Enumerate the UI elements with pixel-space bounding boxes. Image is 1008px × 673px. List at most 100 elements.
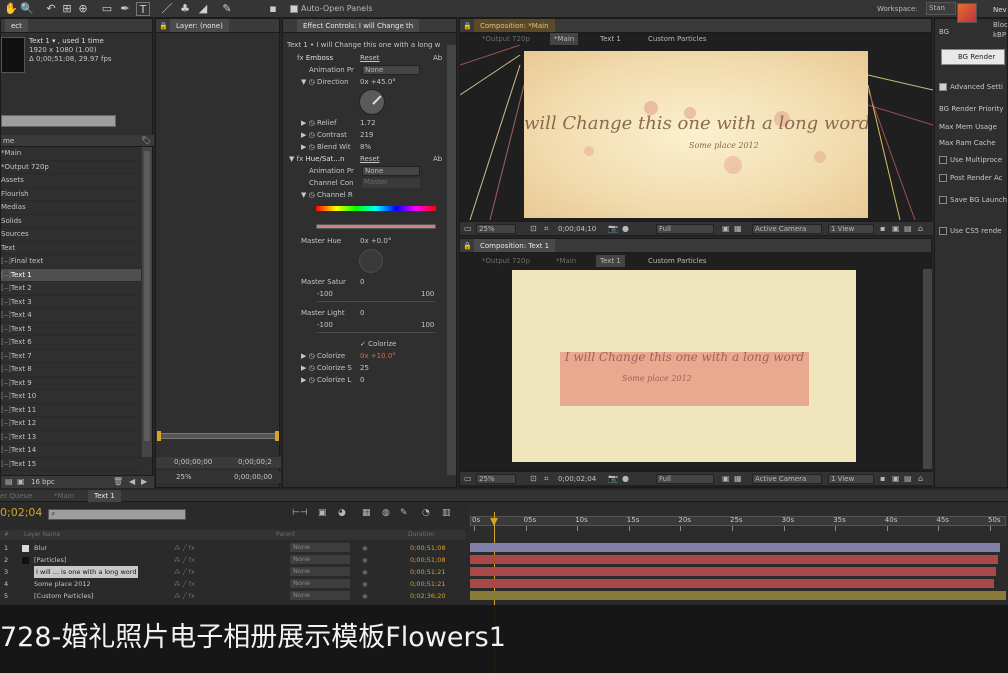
tab-render-queue[interactable]: er Queue: [0, 492, 32, 500]
emboss-blend-value[interactable]: 8%: [360, 143, 371, 151]
project-item[interactable]: [‒]Text 12: [1, 417, 141, 431]
emboss-preset-select[interactable]: None: [362, 65, 420, 75]
layer-parent-select[interactable]: None: [290, 591, 350, 600]
layer-duration[interactable]: 0;02;36;20: [410, 590, 446, 602]
transparency-grid-icon[interactable]: ▦: [734, 474, 742, 483]
project-item[interactable]: Sources: [1, 228, 141, 242]
graph-editor-icon[interactable]: ◔: [422, 508, 430, 518]
post-render-checkbox[interactable]: [939, 174, 947, 182]
project-item[interactable]: [‒]Text 8: [1, 363, 141, 377]
layer-timecode-out[interactable]: 0;00;00;2: [238, 458, 272, 466]
project-item[interactable]: *Output 720p: [1, 161, 141, 174]
breadcrumb-text1[interactable]: Text 1: [600, 33, 621, 45]
puppet-pin-icon[interactable]: ▪: [266, 2, 280, 16]
hue-sat-reset-link[interactable]: Reset: [360, 155, 380, 163]
layer-duration[interactable]: 0;00;51;21: [410, 566, 446, 578]
checkmark-icon[interactable]: ✓: [360, 340, 366, 348]
fast-preview-icon[interactable]: ▣: [892, 474, 900, 483]
lock-icon[interactable]: 🔒: [463, 239, 472, 253]
trash-icon[interactable]: 🗑: [113, 477, 123, 486]
stopwatch-icon[interactable]: ▶ ◷: [301, 119, 315, 127]
pan-behind-icon[interactable]: ⊕: [76, 2, 90, 16]
project-item[interactable]: Flourish: [1, 188, 141, 201]
tab-timeline-main[interactable]: *Main: [54, 492, 74, 500]
save-bg-launch-checkbox[interactable]: [939, 196, 947, 204]
toggle-pixel-icon[interactable]: ▪: [880, 474, 885, 483]
project-item[interactable]: [‒]Text 3: [1, 296, 141, 309]
timeline-layer-row[interactable]: 1 Blur ⁂ ╱ fx None ◉ 0;00;51;08: [0, 542, 466, 554]
timeline-icon[interactable]: ▤: [904, 474, 912, 483]
project-item[interactable]: [‒]Text 6: [1, 336, 141, 350]
column-duration-header[interactable]: Duration: [408, 531, 434, 538]
fast-preview-icon[interactable]: ▣: [892, 224, 900, 233]
draft-3d-icon[interactable]: ▣: [318, 508, 327, 518]
camera-tool-icon[interactable]: ⊞: [60, 2, 74, 16]
emboss-about-link[interactable]: Ab: [433, 54, 442, 62]
always-preview-icon[interactable]: ▭: [464, 474, 472, 483]
comp-text1-zoom-select[interactable]: 25%: [476, 474, 516, 484]
fx-icon[interactable]: ▼ fx: [289, 155, 303, 163]
comp-text1-timecode[interactable]: 0;00;02;04: [558, 475, 596, 483]
stopwatch-icon[interactable]: ▶ ◷: [301, 143, 315, 151]
roi-icon[interactable]: ▣: [722, 224, 730, 233]
comp-main-camera-select[interactable]: Active Camera: [752, 224, 822, 234]
layer-name[interactable]: [Particles]: [34, 554, 66, 566]
shy-layers-icon[interactable]: ◕: [338, 508, 346, 518]
lock-icon[interactable]: 🔒: [463, 19, 472, 33]
master-lightness-value[interactable]: 0: [360, 309, 364, 317]
breadcrumb-custom-particles[interactable]: Custom Particles: [648, 255, 707, 267]
project-item[interactable]: *Main: [1, 147, 141, 161]
visibility-eye-icon[interactable]: ◉: [362, 542, 368, 554]
effect-scrollbar[interactable]: [447, 45, 456, 475]
layer-duration[interactable]: 0;00;51;08: [410, 542, 446, 554]
layer-switches-icon[interactable]: ⁂ ╱ fx: [174, 578, 195, 590]
roi-icon[interactable]: ▣: [722, 474, 730, 483]
timeline-layer-row[interactable]: 3 I will ... is one with a long word ⁂ ╱ f…: [0, 566, 466, 578]
timeline-layer-row[interactable]: 4 Some place 2012 ⁂ ╱ fx None ◉ 0;00;51;21: [0, 578, 466, 590]
stopwatch-icon[interactable]: ▼ ◷: [301, 78, 315, 86]
comp-text1-scrollbar[interactable]: [923, 269, 932, 469]
frame-blending-icon[interactable]: ▦: [362, 508, 371, 518]
comp-text1-resolution-select[interactable]: Full: [656, 474, 714, 484]
timeline-icon[interactable]: ▤: [904, 224, 912, 233]
advanced-settings-checkbox[interactable]: [939, 83, 947, 91]
project-item[interactable]: [‒]Final text: [1, 255, 141, 269]
clone-stamp-icon[interactable]: ♣: [178, 2, 192, 16]
layer-parent-select[interactable]: None: [290, 543, 350, 552]
chart-icon[interactable]: ▥: [442, 508, 451, 518]
region-icon[interactable]: ⊡: [530, 474, 537, 483]
timeline-layer-row[interactable]: 5 [Custom Particles] ⁂ ╱ fx None ◉ 0;02;36;20: [0, 590, 466, 602]
layer-switches-icon[interactable]: ⁂ ╱ fx: [174, 554, 195, 566]
channel-range-spectrum[interactable]: [316, 206, 436, 211]
column-parent-header[interactable]: Parent: [276, 531, 295, 538]
layer-duration-bar[interactable]: [470, 579, 994, 588]
comp-main-resolution-select[interactable]: Full: [656, 224, 714, 234]
tab-composition-main[interactable]: Composition: *Main: [474, 19, 555, 32]
master-hue-dial[interactable]: [359, 249, 383, 273]
toggle-pixel-icon[interactable]: ▪: [880, 224, 885, 233]
tab-timeline-text1[interactable]: Text 1: [88, 490, 121, 502]
pen-tool-icon[interactable]: ✒: [118, 2, 132, 16]
snapshot-icon[interactable]: 📷: [608, 224, 618, 233]
project-item[interactable]: [‒]Text 2: [1, 282, 141, 296]
master-saturation-slider[interactable]: [317, 301, 435, 302]
layer-name[interactable]: [Custom Particles]: [34, 590, 93, 602]
rectangle-tool-icon[interactable]: ▭: [100, 2, 114, 16]
emboss-relief-value[interactable]: 1.72: [360, 119, 376, 127]
project-item[interactable]: [‒]Text 13: [1, 431, 141, 444]
layer-name[interactable]: I will ... is one with a long word: [34, 566, 139, 578]
layer-parent-select[interactable]: None: [290, 555, 350, 564]
roto-brush-icon[interactable]: ✎: [220, 2, 234, 16]
chevron-left-icon[interactable]: ◀: [129, 477, 135, 486]
always-preview-icon[interactable]: ▭: [464, 224, 472, 233]
breadcrumb-custom-particles[interactable]: Custom Particles: [648, 33, 707, 45]
project-item[interactable]: [‒]Text 4: [1, 309, 141, 323]
hand-tool-icon[interactable]: ✋: [4, 2, 18, 16]
eraser-icon[interactable]: ◢: [196, 2, 210, 16]
lock-icon[interactable]: 🔒: [159, 19, 168, 33]
project-item[interactable]: [‒]Text 14: [1, 444, 141, 458]
breadcrumb-text1[interactable]: Text 1: [596, 255, 625, 267]
bg-tab-label[interactable]: BG: [939, 28, 949, 36]
emboss-contrast-value[interactable]: 219: [360, 131, 373, 139]
tab-project[interactable]: ect: [5, 19, 28, 32]
